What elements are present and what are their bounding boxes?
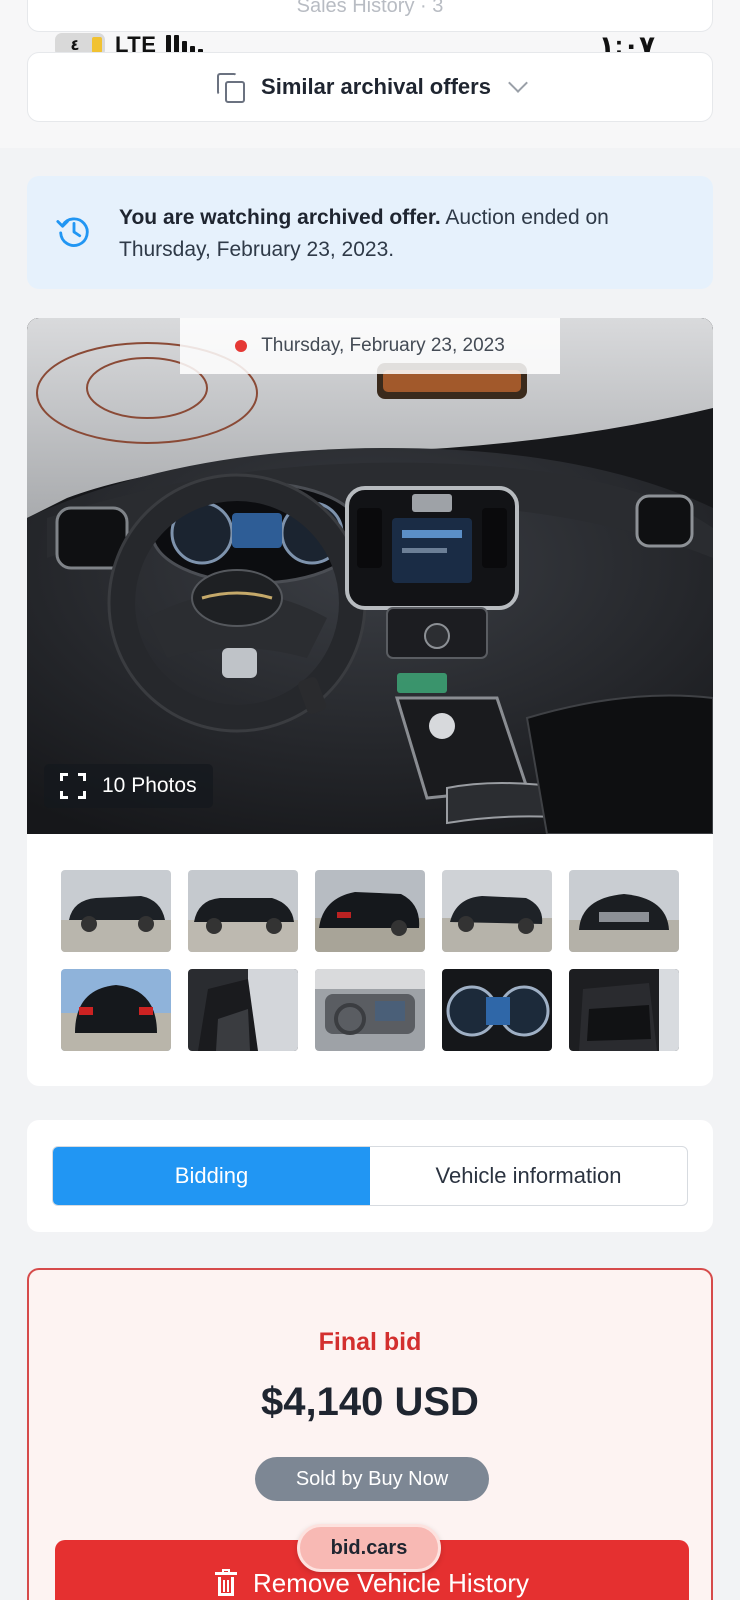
thumbnail[interactable] [188,870,298,952]
archived-offer-banner: You are watching archived offer. Auction… [27,176,713,289]
tabs-card: Bidding Vehicle information [27,1120,713,1232]
history-icon [56,217,89,247]
photos-count-label: 10 Photos [102,774,197,797]
similar-offers-dropdown[interactable]: Similar archival offers [27,52,713,122]
browser-url-pill[interactable]: bid.cars [297,1524,441,1572]
archived-offer-text: You are watching archived offer. Auction… [119,206,609,261]
remove-history-label: Remove Vehicle History [253,1568,529,1598]
final-bid-amount: $4,140 USD [261,1380,479,1424]
sales-history-label: Sales History · 3 [296,0,444,17]
photos-count-button[interactable]: 10 Photos [44,764,213,808]
main-photo[interactable]: Thursday, February 23, 2023 10 Photos [27,318,713,834]
thumbnail[interactable] [315,870,425,952]
thumbnail[interactable] [315,969,425,1051]
tab-bar: Bidding Vehicle information [52,1146,688,1206]
thumbnail[interactable] [442,870,552,952]
thumbnail[interactable] [569,969,679,1051]
similar-offers-label: Similar archival offers [261,74,491,99]
fullscreen-icon [60,773,86,799]
final-bid-label: Final bid [318,1328,422,1356]
thumbnail[interactable] [61,870,171,952]
photo-gallery: Thursday, February 23, 2023 10 Photos [27,318,713,1086]
trash-icon [215,1569,237,1596]
auction-date-chip: Thursday, February 23, 2023 [180,318,560,374]
tab-bidding[interactable]: Bidding [53,1147,370,1205]
chevron-down-icon [508,73,528,93]
sales-history-card[interactable]: Sales History · 3 [27,0,713,32]
status-dot [235,340,248,352]
thumbnail[interactable] [188,969,298,1051]
thumbnail[interactable] [442,969,552,1051]
tab-vehicle-information[interactable]: Vehicle information [370,1147,687,1205]
auction-date: Thursday, February 23, 2023 [261,335,505,356]
car-interior-image [27,318,713,834]
thumbnail-grid [61,870,679,1051]
copy-icon [215,71,247,103]
sale-status-badge: Sold by Buy Now [255,1457,489,1501]
thumbnail[interactable] [61,969,171,1051]
thumbnail[interactable] [569,870,679,952]
